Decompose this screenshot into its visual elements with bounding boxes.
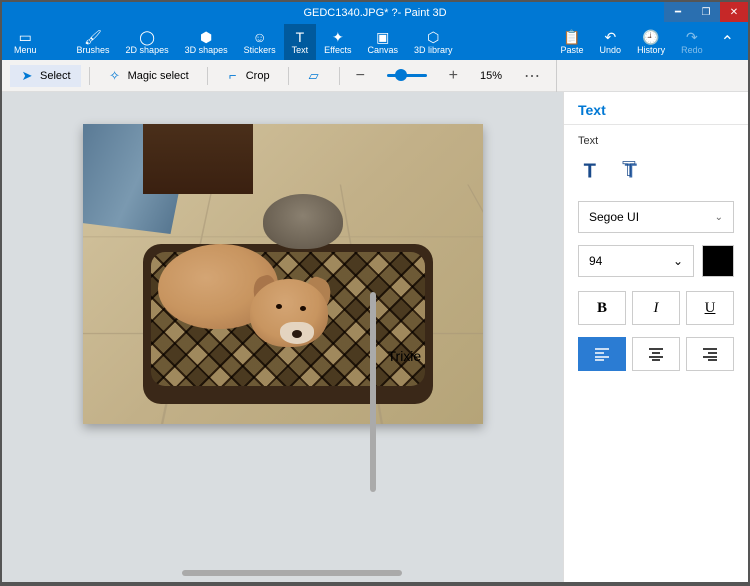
underline-button[interactable]: U [686, 291, 734, 325]
close-button[interactable]: ✕ [720, 2, 748, 22]
horizontal-scrollbar[interactable] [182, 570, 402, 576]
2d-shapes-icon: ◯ [139, 29, 155, 45]
zoom-in-button[interactable]: + [441, 67, 466, 85]
magic-select-icon: ✧ [108, 69, 122, 83]
separator [339, 67, 340, 85]
history-button[interactable]: 🕘 History [629, 24, 673, 60]
chevron-up-icon: ⌃ [721, 34, 734, 51]
crop-tool[interactable]: ⌐ Crop [216, 65, 280, 87]
brush-icon: 🖌 [84, 29, 102, 45]
text-3d-icon: TT [620, 159, 642, 181]
effects-icon: ✦ [332, 29, 344, 45]
bold-button[interactable]: B [578, 291, 626, 325]
text-properties-panel: Text Text T TT Segoe UI ⌄ 94 ⌄ [563, 92, 748, 582]
sub-toolbar: ➤ Select ✧ Magic select ⌐ Crop ▱ − + 15%… [2, 60, 748, 92]
effects-button[interactable]: ✦ Effects [316, 24, 359, 60]
window-title: GEDC1340.JPG* ?- Paint 3D [303, 7, 446, 19]
text-button[interactable]: T Text [284, 24, 317, 60]
canvas-viewport[interactable]: Trixie [2, 92, 563, 582]
text-section-label: Text [564, 125, 748, 153]
font-size-select[interactable]: 94 ⌄ [578, 245, 694, 277]
panel-title: Text [564, 92, 748, 125]
maximize-button[interactable]: ❐ [692, 2, 720, 22]
3d-shapes-icon: ⬢ [200, 29, 212, 45]
align-right-button[interactable] [686, 337, 734, 371]
cursor-icon: ➤ [20, 69, 34, 83]
history-icon: 🕘 [642, 29, 659, 45]
minimize-button[interactable]: ━ [664, 2, 692, 22]
menu-icon: ▭ [19, 29, 32, 45]
vertical-scrollbar[interactable] [370, 292, 376, 492]
canvas-icon: ▣ [376, 29, 389, 45]
align-center-button[interactable] [632, 337, 680, 371]
align-right-icon [702, 347, 718, 361]
font-family-select[interactable]: Segoe UI ⌄ [578, 201, 734, 233]
more-options-button[interactable]: ⋯ [516, 66, 548, 86]
separator [207, 67, 208, 85]
chevron-down-icon: ⌄ [673, 254, 683, 268]
text-icon: T [296, 29, 305, 45]
3d-library-button[interactable]: ⬡ 3D library [406, 24, 461, 60]
svg-text:T: T [623, 159, 636, 181]
3d-library-icon: ⬡ [427, 29, 439, 45]
separator [288, 67, 289, 85]
redo-icon: ↷ [686, 29, 698, 45]
canvas-text-label[interactable]: Trixie [388, 348, 422, 364]
ribbon-toolbar: ▭ Menu 🖌 Brushes ◯ 2D shapes ⬢ 3D shapes… [2, 24, 748, 60]
stickers-button[interactable]: ☺ Stickers [236, 24, 284, 60]
text-color-swatch[interactable] [702, 245, 734, 277]
2d-text-button[interactable]: T [578, 157, 604, 183]
collapse-ribbon-button[interactable]: ⌃ [711, 32, 744, 52]
menu-button[interactable]: ▭ Menu [6, 24, 45, 60]
2d-shapes-button[interactable]: ◯ 2D shapes [118, 24, 177, 60]
align-left-button[interactable] [578, 337, 626, 371]
brushes-button[interactable]: 🖌 Brushes [69, 24, 118, 60]
italic-button[interactable]: I [632, 291, 680, 325]
3d-text-button[interactable]: TT [618, 157, 644, 183]
paste-button[interactable]: 📋 Paste [553, 24, 592, 60]
paste-icon: 📋 [563, 29, 580, 45]
separator [89, 67, 90, 85]
align-left-icon [594, 347, 610, 361]
3d-shapes-button[interactable]: ⬢ 3D shapes [177, 24, 236, 60]
magic-select-tool[interactable]: ✧ Magic select [98, 65, 199, 87]
title-bar: GEDC1340.JPG* ?- Paint 3D ━ ❐ ✕ [2, 2, 748, 24]
flag-icon: ▱ [307, 69, 321, 83]
zoom-out-button[interactable]: − [348, 67, 373, 85]
select-tool[interactable]: ➤ Select [10, 65, 81, 87]
canvas-image[interactable]: Trixie [83, 124, 483, 424]
chevron-down-icon: ⌄ [715, 212, 723, 223]
crop-icon: ⌐ [226, 69, 240, 83]
zoom-value[interactable]: 15% [474, 70, 508, 82]
align-center-icon [648, 347, 664, 361]
undo-button[interactable]: ↶ Undo [592, 24, 630, 60]
text-2d-icon: T [580, 159, 602, 181]
zoom-slider[interactable] [381, 74, 433, 77]
undo-icon: ↶ [604, 29, 616, 45]
stickers-icon: ☺ [252, 29, 266, 45]
redo-button[interactable]: ↷ Redo [673, 24, 711, 60]
view-3d-tool[interactable]: ▱ [297, 65, 331, 87]
svg-text:T: T [584, 160, 597, 181]
canvas-button[interactable]: ▣ Canvas [360, 24, 407, 60]
